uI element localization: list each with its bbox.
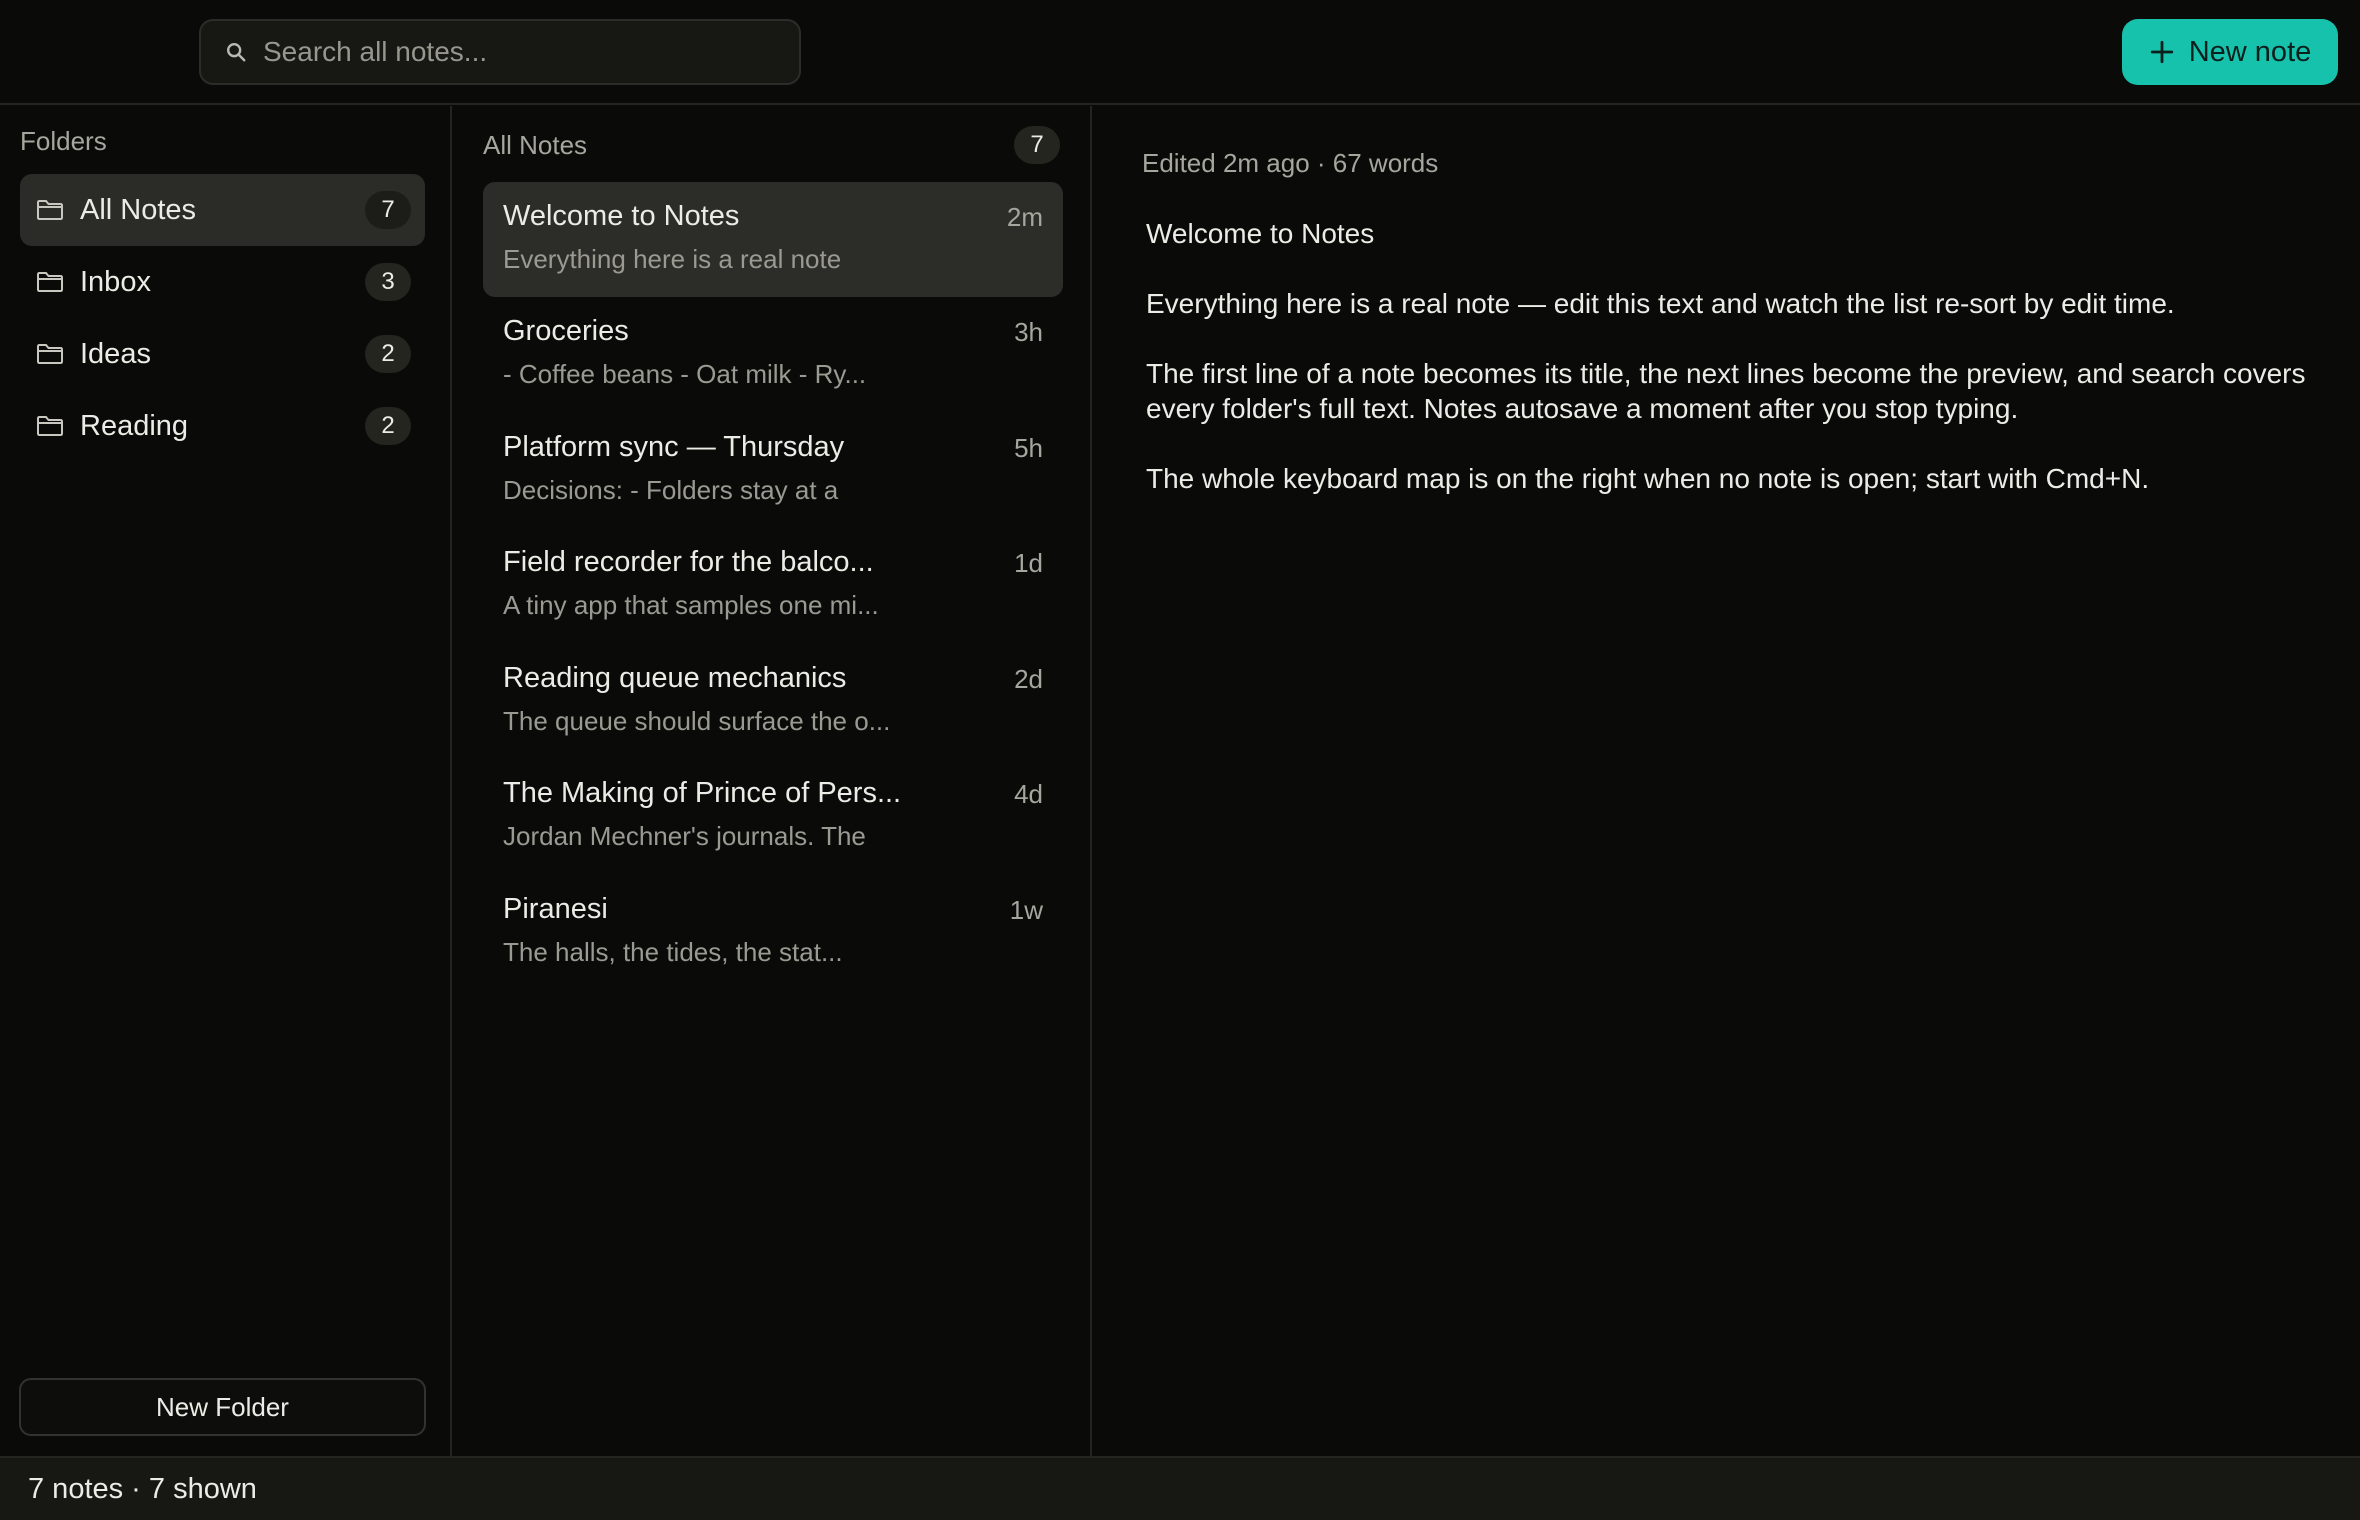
note-time: 1d — [1014, 548, 1043, 578]
note-preview: - Coffee beans - Oat milk - Ry... — [503, 359, 867, 389]
note-title: Reading queue mechanics — [503, 662, 847, 694]
folder-count-badge: 2 — [365, 407, 411, 445]
editor-text-area[interactable]: Welcome to Notes Everything here is a re… — [1146, 216, 2326, 531]
note-item[interactable]: Platform sync — Thursday 5h Decisions: -… — [483, 413, 1063, 528]
note-preview: The halls, the tides, the stat... — [503, 937, 843, 967]
search-input[interactable] — [263, 36, 783, 68]
edit-meta: Edited 2m ago · 67 words — [1142, 148, 1439, 178]
folder-all-notes[interactable]: All Notes 7 — [20, 174, 425, 246]
note-preview: A tiny app that samples one mi... — [503, 590, 879, 620]
folder-count-badge: 3 — [365, 263, 411, 301]
note-time: 2d — [1014, 664, 1043, 694]
note-preview: Jordan Mechner's journals. The — [503, 821, 866, 851]
folder-sidebar: Folders All Notes 7 Inbox 3 Ideas 2 Read… — [0, 106, 452, 1456]
new-note-button[interactable]: New note — [2122, 19, 2338, 85]
folder-label: Inbox — [80, 265, 151, 298]
note-preview: Decisions: - Folders stay at a — [503, 475, 839, 505]
plus-icon — [2150, 40, 2173, 64]
editor-paragraph[interactable]: The whole keyboard map is on the right w… — [1146, 461, 2326, 496]
note-item[interactable]: Reading queue mechanics 2d The queue sho… — [483, 644, 1063, 759]
note-item[interactable]: Groceries 3h - Coffee beans - Oat milk -… — [483, 297, 1063, 412]
note-title: The Making of Prince of Pers... — [503, 777, 902, 809]
note-item[interactable]: Welcome to Notes 2m Everything here is a… — [483, 182, 1063, 297]
search-box[interactable] — [199, 19, 801, 85]
status-text: 7 notes · 7 shown — [28, 1473, 257, 1505]
note-list: All Notes 7 Welcome to Notes 2m Everythi… — [454, 106, 1092, 1456]
new-note-label: New note — [2188, 35, 2312, 68]
editor-paragraph[interactable]: Welcome to Notes — [1146, 216, 2326, 251]
search-icon — [227, 43, 246, 62]
note-editor[interactable]: Edited 2m ago · 67 words Welcome to Note… — [1094, 106, 2360, 1456]
note-item[interactable]: Field recorder for the balco... 1d A tin… — [483, 528, 1063, 643]
note-title: Groceries — [503, 315, 629, 347]
note-time: 1w — [1009, 895, 1043, 925]
note-time: 4d — [1014, 779, 1043, 809]
note-item[interactable]: Piranesi 1w The halls, the tides, the st… — [483, 875, 1063, 990]
editor-paragraph[interactable]: The first line of a note becomes its tit… — [1146, 356, 2326, 426]
folder-icon — [37, 416, 63, 436]
folders-heading: Folders — [20, 126, 107, 156]
note-title: Welcome to Notes — [503, 200, 740, 232]
notes-app: New note Folders All Notes 7 Inbox 3 — [0, 0, 2360, 1520]
folder-count-badge: 2 — [365, 335, 411, 373]
note-title: Platform sync — Thursday — [503, 431, 845, 463]
folder-label: All Notes — [80, 193, 197, 226]
note-list-heading: All Notes — [483, 130, 588, 160]
folder-icon — [37, 344, 63, 364]
folder-reading[interactable]: Reading 2 — [20, 390, 425, 462]
top-bar: New note — [0, 0, 2360, 105]
folder-icon — [37, 200, 63, 220]
status-bar: 7 notes · 7 shown — [0, 1456, 2360, 1520]
folder-count-badge: 7 — [365, 191, 411, 229]
note-preview: Everything here is a real note — [503, 244, 842, 274]
note-title: Field recorder for the balco... — [503, 546, 874, 578]
note-item[interactable]: The Making of Prince of Pers... 4d Jorda… — [483, 759, 1063, 874]
note-time: 5h — [1014, 433, 1043, 463]
folder-icon — [37, 272, 63, 292]
editor-paragraph[interactable]: Everything here is a real note — edit th… — [1146, 286, 2326, 321]
note-title: Piranesi — [503, 893, 608, 925]
new-folder-button[interactable]: New Folder — [19, 1378, 426, 1436]
folder-label: Ideas — [80, 337, 151, 370]
note-preview: The queue should surface the o... — [503, 706, 891, 736]
note-time: 2m — [1006, 202, 1043, 232]
folder-label: Reading — [80, 409, 189, 442]
note-count-badge: 7 — [1014, 126, 1060, 164]
folder-inbox[interactable]: Inbox 3 — [20, 246, 425, 318]
folder-ideas[interactable]: Ideas 2 — [20, 318, 425, 390]
note-time: 3h — [1014, 317, 1043, 347]
